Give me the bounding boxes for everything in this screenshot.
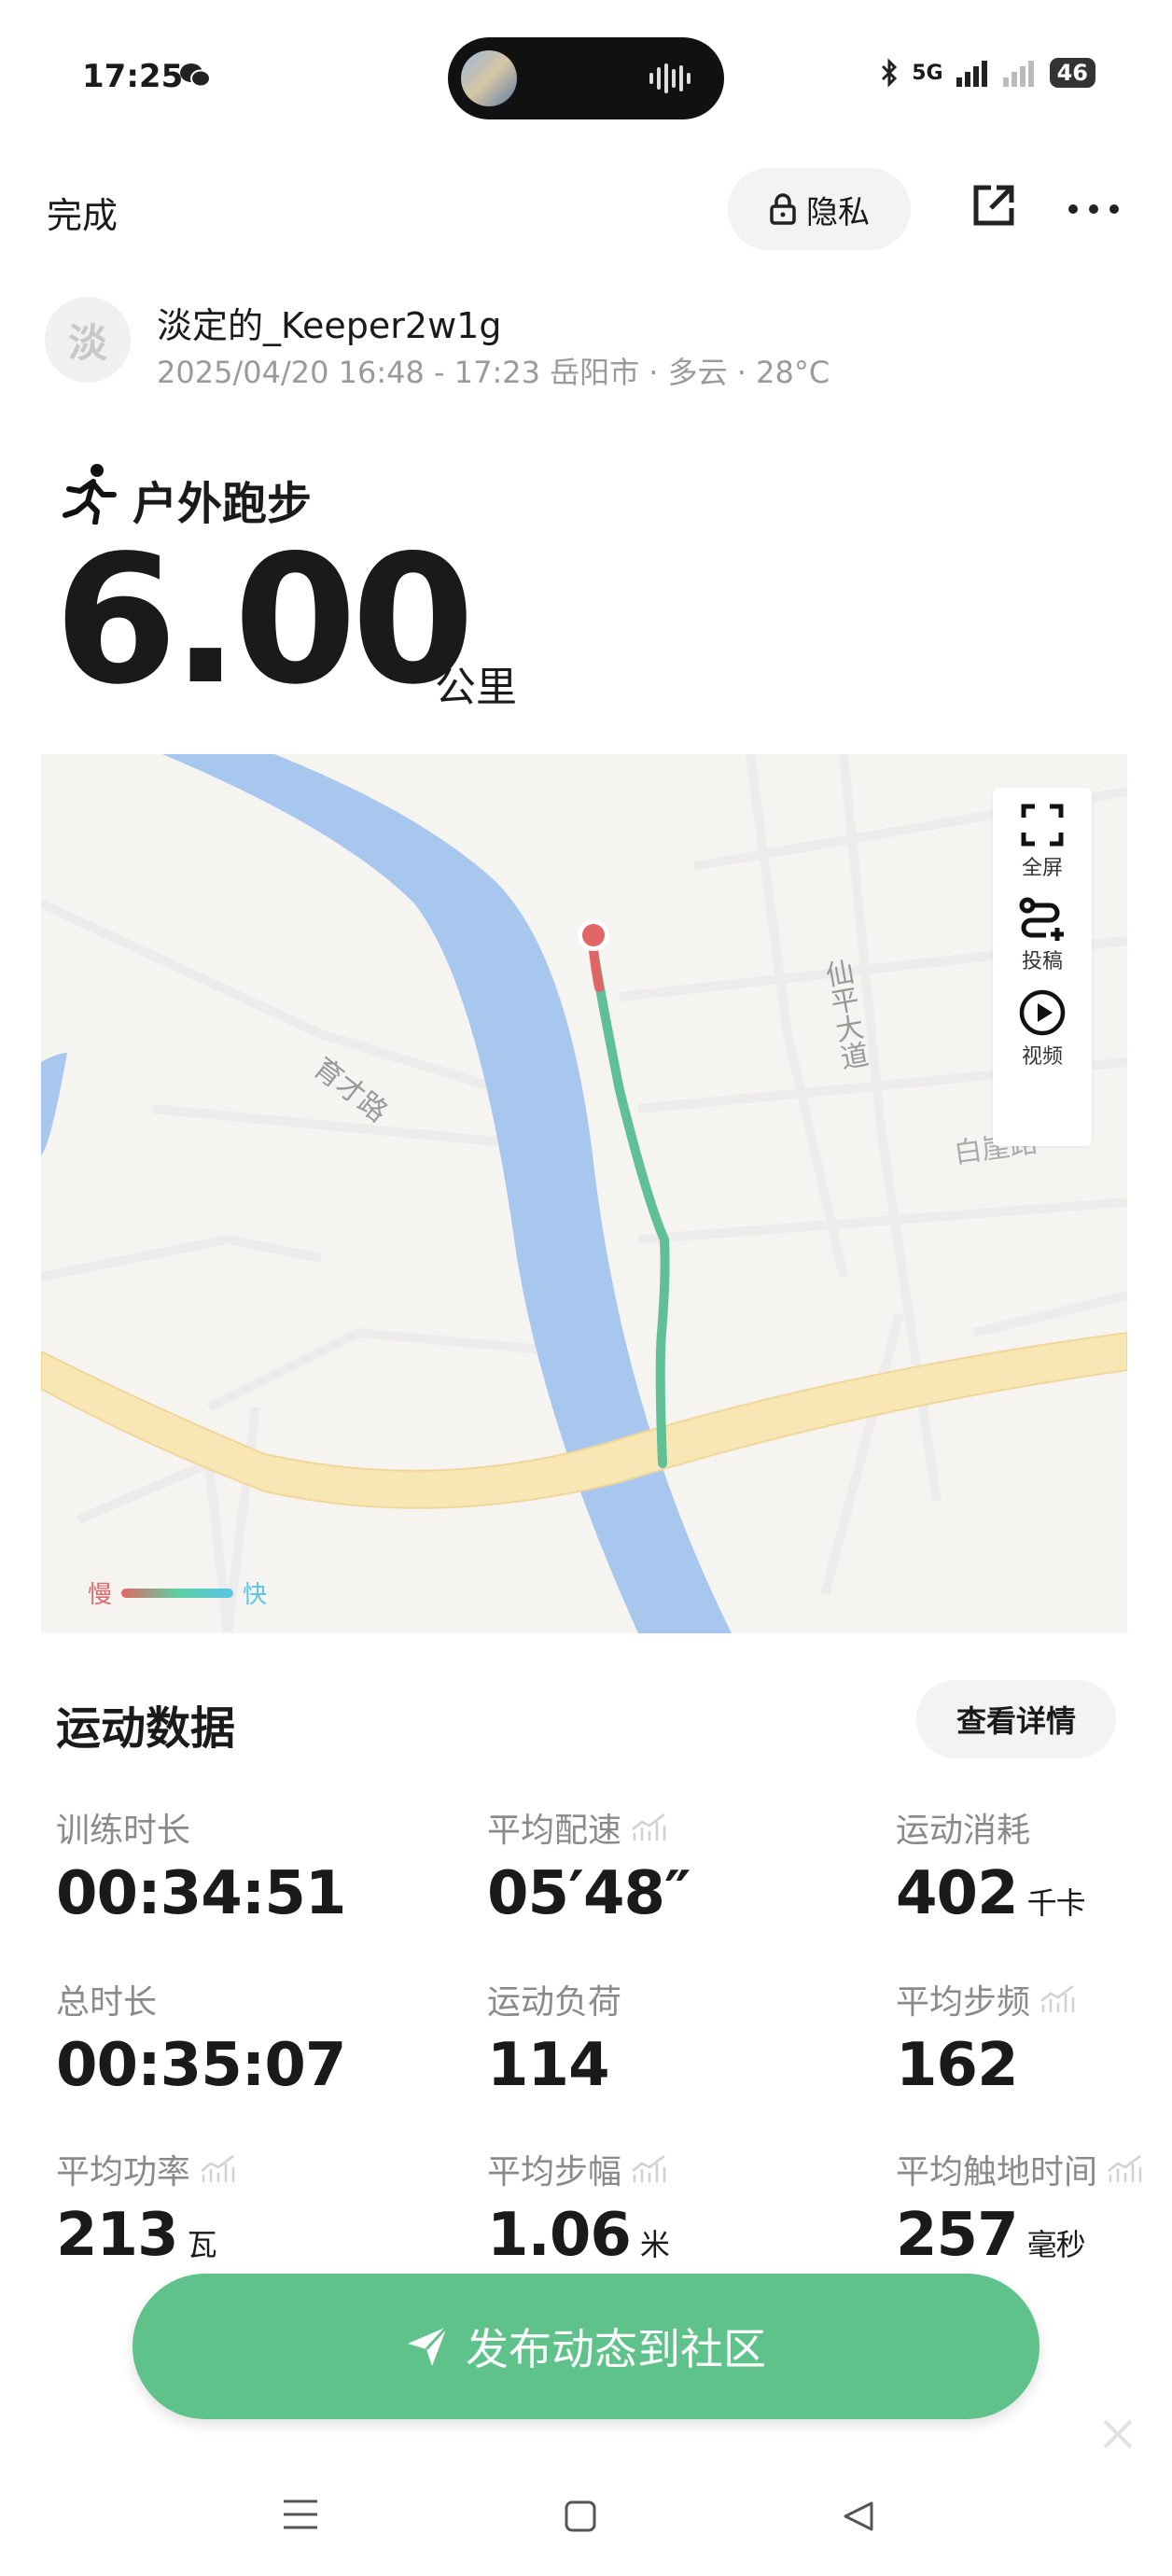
avatar[interactable]: 淡 <box>45 297 131 383</box>
stat-calories: 运动消耗 402 千卡 <box>896 1803 1086 1928</box>
stat-unit: 瓦 <box>187 2227 217 2262</box>
stat-avg-power[interactable]: 平均功率 213 瓦 <box>56 2145 237 2270</box>
stat-label: 平均配速 <box>487 1812 622 1850</box>
username: 淡定的_Keeper2w1g <box>157 305 502 346</box>
done-button[interactable]: 完成 <box>47 187 118 238</box>
send-icon <box>408 2325 449 2366</box>
trend-chart-icon <box>201 2155 235 2182</box>
stat-unit: 米 <box>639 2227 670 2262</box>
river-branch <box>41 1053 67 1155</box>
start-marker <box>582 924 605 946</box>
workout-meta: 2025/04/20 16:48 - 17:23 岳阳市 · 多云 · 28°C <box>157 355 830 390</box>
stat-training-duration: 训练时长 00:34:51 <box>56 1803 346 1928</box>
privacy-button[interactable]: 隐私 <box>728 168 911 250</box>
stat-value: 114 <box>487 2031 610 2100</box>
stat-avg-pace[interactable]: 平均配速 05′48″ <box>487 1803 691 1928</box>
stat-value: 213 <box>56 2201 179 2270</box>
stat-avg-stride[interactable]: 平均步幅 1.06 米 <box>487 2145 670 2270</box>
more-icon[interactable] <box>1067 203 1120 215</box>
stat-label: 运动负荷 <box>487 1983 622 2022</box>
menu-icon[interactable] <box>282 2498 319 2531</box>
pace-legend: 慢 快 <box>88 1575 267 1610</box>
stat-avg-cadence[interactable]: 平均步频 162 <box>896 1975 1077 2100</box>
privacy-label: 隐私 <box>806 193 870 231</box>
audio-wave-icon <box>649 63 691 93</box>
stat-label: 平均功率 <box>56 2153 191 2191</box>
trend-chart-icon <box>632 1813 666 1841</box>
bluetooth-icon <box>882 58 898 88</box>
trend-chart-icon <box>1108 2155 1142 2182</box>
close-icon[interactable] <box>1099 2415 1137 2453</box>
publish-to-community-button[interactable]: 发布动态到社区 <box>133 2274 1039 2419</box>
system-icons: 5G 46 <box>880 58 1095 88</box>
stat-label: 平均触地时间 <box>896 2153 1098 2191</box>
network-type: 5G <box>912 61 943 85</box>
battery-level: 46 <box>1049 58 1095 88</box>
stat-label: 平均步幅 <box>487 2153 622 2191</box>
fullscreen-button[interactable]: 全屏 <box>1020 803 1065 881</box>
legend-slow: 慢 <box>88 1581 113 1609</box>
stat-label: 训练时长 <box>56 1812 191 1850</box>
video-button[interactable]: 视频 <box>1019 989 1066 1070</box>
stat-label: 运动消耗 <box>896 1812 1031 1850</box>
stat-total-duration: 总时长 00:35:07 <box>56 1975 346 2100</box>
distance-value: 6.00 <box>54 517 475 723</box>
running-icon <box>63 464 117 525</box>
trend-chart-icon <box>1040 1985 1075 2012</box>
trend-chart-icon <box>632 2155 666 2182</box>
video-label: 视频 <box>1021 1045 1063 1069</box>
stat-value: 00:34:51 <box>56 1859 346 1928</box>
distance-unit: 公里 <box>435 664 517 711</box>
publish-label: 发布动态到社区 <box>466 2324 766 2374</box>
section-title: 运动数据 <box>56 1702 236 1755</box>
stat-value: 257 <box>896 2201 1019 2270</box>
legend-fast: 快 <box>243 1581 268 1609</box>
map-canvas: 育才路 仙平大道 白崖路 <box>41 754 1127 1633</box>
stat-label: 总时长 <box>56 1983 158 2022</box>
play-icon <box>1019 989 1066 1036</box>
route-start-segment <box>589 945 604 992</box>
stat-label: 平均步频 <box>896 1983 1031 2022</box>
stat-value: 402 <box>896 1859 1019 1928</box>
fullscreen-icon <box>1021 804 1064 847</box>
route-map[interactable]: 育才路 仙平大道 白崖路 全屏 投稿 视频 慢 快 <box>41 754 1127 1633</box>
stat-ground-contact[interactable]: 平均触地时间 257 毫秒 <box>896 2145 1144 2270</box>
stat-training-load: 运动负荷 114 <box>487 1975 621 2100</box>
stat-value: 00:35:07 <box>56 2031 346 2100</box>
route-add-icon <box>1019 897 1064 941</box>
stat-unit: 千卡 <box>1026 1885 1086 1921</box>
cast-button[interactable]: 投稿 <box>1018 896 1067 974</box>
cast-label: 投稿 <box>1021 950 1063 973</box>
dynamic-island[interactable] <box>448 37 724 119</box>
signal-2-icon <box>1002 61 1034 87</box>
media-thumbnail <box>461 50 517 106</box>
view-details-button[interactable]: 查看详情 <box>916 1680 1116 1758</box>
stat-value: 1.06 <box>487 2201 632 2270</box>
map-controls: 全屏 投稿 视频 <box>993 788 1092 1146</box>
back-icon[interactable] <box>842 2499 875 2533</box>
road-label-yucai: 育才路 <box>307 1052 393 1129</box>
legend-gradient <box>121 1588 234 1598</box>
stat-value: 05′48″ <box>487 1859 691 1928</box>
home-icon[interactable] <box>564 2499 597 2533</box>
status-time: 17:25 <box>82 58 184 95</box>
stat-value: 162 <box>896 2031 1019 2100</box>
signal-icon <box>956 61 987 87</box>
stat-unit: 毫秒 <box>1026 2227 1086 2262</box>
wechat-icon <box>180 63 211 88</box>
lock-icon <box>770 193 796 225</box>
share-icon[interactable] <box>970 182 1017 229</box>
fullscreen-label: 全屏 <box>1021 857 1063 880</box>
